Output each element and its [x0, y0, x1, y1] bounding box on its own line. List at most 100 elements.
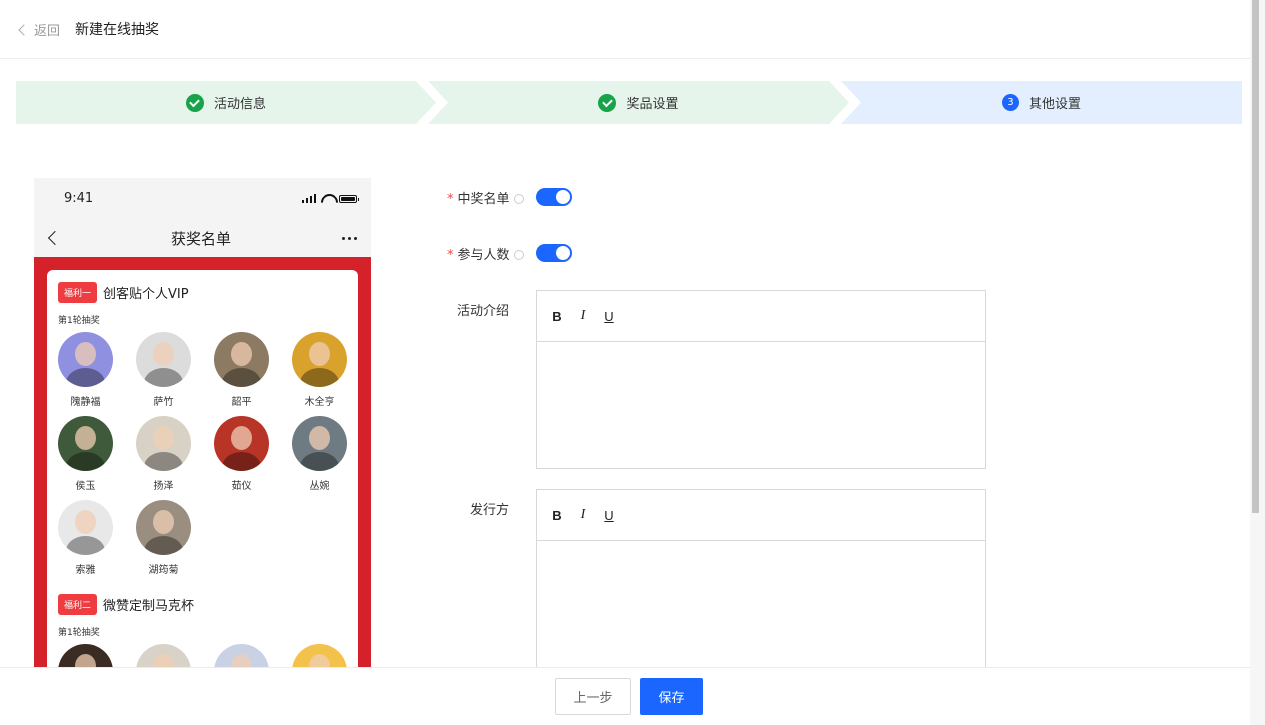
avatar — [58, 500, 113, 555]
intro-label: 活动介绍 — [457, 304, 510, 319]
winner-name: 韶平 — [231, 397, 252, 408]
winner-name: 茹仪 — [231, 481, 252, 492]
winner-grid — [58, 644, 347, 667]
avatar — [136, 500, 191, 555]
winner-item: 韶平 — [214, 332, 269, 408]
winner-name: 隗静福 — [70, 397, 101, 408]
avatar — [58, 644, 113, 667]
winner-name: 侯玉 — [75, 481, 96, 492]
footer-actions: 上一步 保存 — [0, 667, 1250, 725]
italic-button[interactable]: I — [577, 308, 589, 324]
step-number-badge: 3 — [1001, 94, 1019, 111]
info-icon[interactable] — [513, 250, 524, 260]
avatar — [214, 416, 269, 471]
chevron-left-icon — [18, 23, 30, 36]
phone-nav-title: 获奖名单 — [170, 229, 231, 248]
publisher-editor: B I U — [536, 489, 986, 689]
winner-item: 丛婉 — [292, 416, 347, 492]
step-activity-info[interactable]: 活动信息 — [16, 81, 436, 124]
page-header: 返回 新建在线抽奖 — [0, 0, 1250, 59]
winner-item — [136, 644, 191, 667]
page-title: 新建在线抽奖 — [75, 22, 160, 38]
winner-item: 侯玉 — [58, 416, 113, 492]
winner-name: 萨竹 — [153, 397, 174, 408]
avatar — [214, 332, 269, 387]
bold-button[interactable]: B — [551, 508, 563, 523]
avatar — [136, 644, 191, 667]
winner-item: 湖筠菊 — [136, 500, 191, 576]
previous-step-button[interactable]: 上一步 — [555, 678, 631, 715]
bold-button[interactable]: B — [551, 309, 563, 324]
avatar — [136, 416, 191, 471]
prize-name: 微赞定制马克杯 — [103, 599, 195, 614]
winner-item — [292, 644, 347, 667]
winner-item: 萨竹 — [136, 332, 191, 408]
signal-icon — [301, 194, 316, 203]
winner-name: 索雅 — [75, 565, 96, 576]
info-icon[interactable] — [513, 194, 524, 204]
more-icon — [341, 236, 357, 240]
status-time: 9:41 — [64, 191, 94, 206]
battery-icon — [339, 194, 359, 203]
prize-tag: 福利一 — [58, 282, 98, 303]
prize-section: 福利二 微赞定制马克杯 第1轮抽奖 — [58, 594, 347, 667]
winner-list-toggle[interactable] — [536, 188, 572, 206]
phone-nav-bar: 获奖名单 — [34, 219, 371, 257]
check-circle-icon — [185, 93, 204, 112]
winner-grid: 隗静福 萨竹 韶平 木全亨侯玉 扬泽 茹仪 丛婉索雅 湖筠菊 — [58, 332, 347, 584]
winner-name: 扬泽 — [153, 481, 174, 492]
winner-item: 索雅 — [58, 500, 113, 576]
winner-name: 木全亨 — [304, 397, 335, 408]
step-bar: 活动信息 奖品设置 3 其他设置 — [16, 81, 1242, 124]
avatar — [136, 332, 191, 387]
avatar — [214, 644, 269, 667]
page-scrollbar[interactable] — [1250, 0, 1265, 725]
step-label: 奖品设置 — [626, 97, 679, 112]
participants-toggle[interactable] — [536, 244, 572, 262]
editor-toolbar: B I U — [537, 490, 985, 541]
round-label: 第1轮抽奖 — [58, 628, 100, 638]
underline-button[interactable]: U — [603, 508, 615, 523]
prize-name: 创客贴个人VIP — [103, 287, 189, 302]
winner-item: 木全亨 — [292, 332, 347, 408]
chevron-left-icon — [47, 230, 63, 246]
check-circle-icon — [598, 93, 617, 112]
avatar — [292, 416, 347, 471]
round-label: 第1轮抽奖 — [58, 316, 100, 326]
avatar — [58, 416, 113, 471]
back-label: 返回 — [34, 23, 61, 39]
winner-item: 扬泽 — [136, 416, 191, 492]
page: 返回 新建在线抽奖 活动信息 奖品设置 3 其他设置 9:41 获奖名单 福利一… — [0, 0, 1265, 725]
publisher-text-area[interactable] — [537, 541, 985, 688]
winner-name: 丛婉 — [309, 481, 330, 492]
winner-item — [58, 644, 113, 667]
winner-item: 茹仪 — [214, 416, 269, 492]
winner-list-label: * 中奖名单 — [447, 188, 524, 207]
mobile-preview: 9:41 获奖名单 福利一 创客贴个人VIP 第1轮抽奖 隗静福 萨竹 韶平 木全 — [34, 178, 371, 667]
step-label: 活动信息 — [213, 97, 266, 112]
avatar — [292, 644, 347, 667]
publisher-label: 发行方 — [470, 503, 510, 518]
phone-status-bar: 9:41 — [34, 178, 371, 219]
prize-section: 福利一 创客贴个人VIP 第1轮抽奖 隗静福 萨竹 韶平 木全亨侯玉 扬泽 茹仪 丛婉索雅 湖… — [58, 282, 347, 584]
underline-button[interactable]: U — [603, 309, 615, 324]
step-other-settings[interactable]: 3 其他设置 — [841, 81, 1242, 124]
step-label: 其他设置 — [1028, 97, 1081, 112]
participants-label: * 参与人数 — [447, 244, 524, 263]
intro-editor: B I U — [536, 290, 986, 469]
avatar — [58, 332, 113, 387]
italic-button[interactable]: I — [577, 507, 589, 523]
winner-item — [214, 644, 269, 667]
back-button[interactable]: 返回 — [18, 20, 61, 39]
prize-tag: 福利二 — [58, 594, 98, 615]
intro-text-area[interactable] — [537, 342, 985, 468]
avatar — [292, 332, 347, 387]
step-prize-settings[interactable]: 奖品设置 — [428, 81, 849, 124]
scrollbar-thumb[interactable] — [1252, 0, 1259, 513]
save-button[interactable]: 保存 — [640, 678, 703, 715]
editor-toolbar: B I U — [537, 291, 985, 342]
wifi-icon — [321, 194, 334, 204]
winner-name: 湖筠菊 — [148, 565, 179, 576]
winner-item: 隗静福 — [58, 332, 113, 408]
winner-card: 福利一 创客贴个人VIP 第1轮抽奖 隗静福 萨竹 韶平 木全亨侯玉 扬泽 茹仪 丛婉索雅 湖… — [47, 270, 358, 667]
